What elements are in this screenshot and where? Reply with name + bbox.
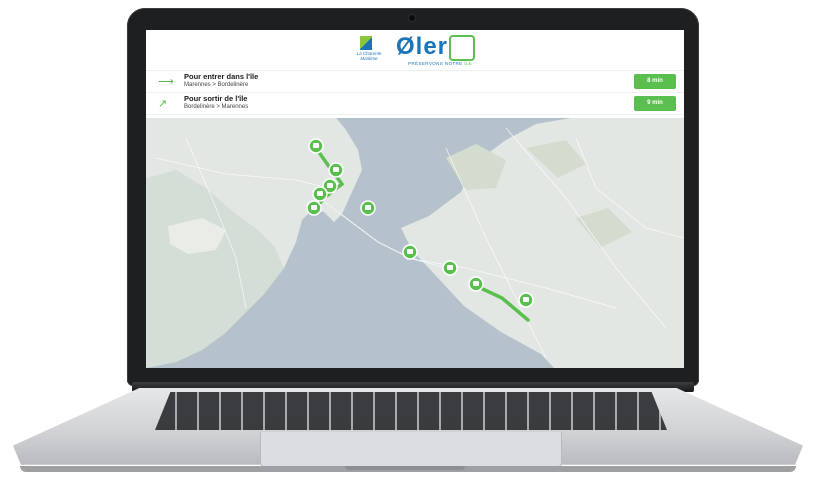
webcam-marker[interactable] [312, 186, 328, 202]
webcam-marker[interactable] [328, 162, 344, 178]
app-header: La Charente Maritime Øler PRÉSERVONS NOT… [146, 30, 684, 71]
route-title: Pour sortir de l'île [184, 94, 248, 103]
webcam-marker[interactable] [468, 276, 484, 292]
webcam-marker[interactable] [306, 200, 322, 216]
webcam-icon [409, 15, 415, 21]
arrow-right-icon: ⟶ [158, 76, 174, 88]
brand-text: Øler [396, 33, 449, 60]
route-row-enter[interactable]: ⟶ Pour entrer dans l'île Marennes > Bord… [146, 71, 684, 93]
trackpad [260, 432, 562, 467]
bridge-logo-icon [449, 34, 476, 61]
keyboard [155, 392, 667, 430]
route-subtitle: Bordelinère > Marennes [184, 104, 249, 110]
brand-tagline: PRÉSERVONS NOTRE ÎLE [408, 61, 472, 66]
tagline-accent: ÎLE [464, 61, 473, 66]
lid-notch [345, 466, 465, 470]
webcam-marker[interactable] [518, 292, 534, 308]
brand-logo[interactable]: Øler [396, 33, 476, 61]
map-canvas[interactable] [146, 118, 684, 368]
map[interactable] [146, 118, 684, 368]
route-subtitle: Marennes > Bordelinère [184, 82, 249, 88]
webcam-marker[interactable] [402, 244, 418, 260]
travel-time-badge: 9 min [634, 96, 676, 111]
travel-time-badge: 8 min [634, 74, 676, 89]
webcam-marker[interactable] [308, 138, 324, 154]
webcam-marker[interactable] [360, 200, 376, 216]
route-title: Pour entrer dans l'île [184, 72, 259, 81]
trend-up-icon: ↗ [158, 98, 168, 110]
webcam-marker[interactable] [442, 260, 458, 276]
flag-icon [360, 36, 372, 50]
app-screen: La Charente Maritime Øler PRÉSERVONS NOT… [146, 30, 684, 368]
partner-logo: La Charente Maritime [352, 36, 382, 66]
route-row-exit[interactable]: ↗ Pour sortir de l'île Bordelinère > Mar… [146, 93, 684, 115]
tagline-main: PRÉSERVONS NOTRE [408, 61, 463, 66]
